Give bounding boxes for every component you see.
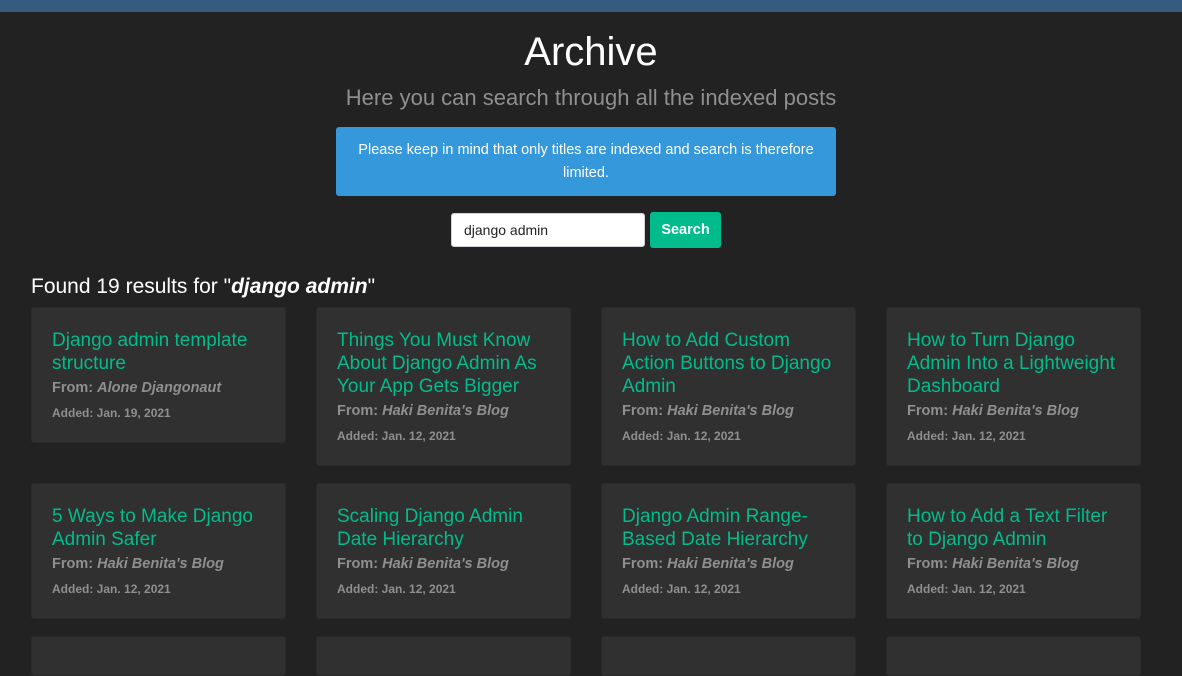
post-card: 5 Ways to Make Django Admin Safer From: … bbox=[31, 483, 286, 619]
post-from-label: From: bbox=[52, 380, 94, 396]
post-source: From: Haki Benita's Blog bbox=[622, 402, 835, 420]
post-added-date: Jan. 12, 2021 bbox=[381, 582, 456, 596]
post-added-label: Added: bbox=[622, 429, 664, 443]
post-added: Added: Jan. 12, 2021 bbox=[622, 428, 835, 444]
post-card bbox=[601, 636, 856, 676]
post-source-name: Haki Benita's Blog bbox=[382, 403, 509, 419]
post-title-link[interactable]: Django admin template structure bbox=[52, 329, 265, 375]
post-source-name: Haki Benita's Blog bbox=[952, 403, 1079, 419]
post-source-name: Haki Benita's Blog bbox=[97, 556, 224, 572]
post-title-link[interactable]: 5 Ways to Make Django Admin Safer bbox=[52, 505, 265, 551]
post-from-label: From: bbox=[622, 556, 664, 572]
post-added: Added: Jan. 12, 2021 bbox=[622, 581, 835, 597]
post-added-date: Jan. 12, 2021 bbox=[951, 582, 1026, 596]
results-prefix: Found 19 results for " bbox=[31, 275, 232, 298]
post-added-date: Jan. 12, 2021 bbox=[381, 429, 456, 443]
post-from-label: From: bbox=[52, 556, 94, 572]
post-source: From: Haki Benita's Blog bbox=[52, 555, 265, 573]
post-added-label: Added: bbox=[52, 406, 94, 420]
post-added-label: Added: bbox=[52, 582, 94, 596]
post-card: How to Add Custom Action Buttons to Djan… bbox=[601, 307, 856, 466]
search-input[interactable] bbox=[451, 213, 645, 247]
post-added-date: Jan. 12, 2021 bbox=[666, 429, 741, 443]
post-added-label: Added: bbox=[622, 582, 664, 596]
post-added-date: Jan. 19, 2021 bbox=[96, 406, 171, 420]
post-title-link[interactable]: How to Turn Django Admin Into a Lightwei… bbox=[907, 329, 1120, 398]
post-title-link[interactable]: Scaling Django Admin Date Hierarchy bbox=[337, 505, 550, 551]
post-added: Added: Jan. 12, 2021 bbox=[907, 428, 1120, 444]
post-source-name: Haki Benita's Blog bbox=[382, 556, 509, 572]
post-card: Django admin template structure From: Al… bbox=[31, 307, 286, 443]
post-added-label: Added: bbox=[337, 582, 379, 596]
post-title-link[interactable]: Things You Must Know About Django Admin … bbox=[337, 329, 550, 398]
post-from-label: From: bbox=[337, 403, 379, 419]
post-source-name: Haki Benita's Blog bbox=[667, 556, 794, 572]
info-alert: Please keep in mind that only titles are… bbox=[336, 127, 836, 196]
post-added: Added: Jan. 12, 2021 bbox=[907, 581, 1120, 597]
post-added: Added: Jan. 19, 2021 bbox=[52, 405, 265, 421]
post-added-date: Jan. 12, 2021 bbox=[96, 582, 171, 596]
post-source: From: Haki Benita's Blog bbox=[907, 402, 1120, 420]
post-source: From: Haki Benita's Blog bbox=[622, 555, 835, 573]
post-card: Scaling Django Admin Date Hierarchy From… bbox=[316, 483, 571, 619]
post-card: How to Turn Django Admin Into a Lightwei… bbox=[886, 307, 1141, 466]
post-source: From: Haki Benita's Blog bbox=[337, 402, 550, 420]
post-added: Added: Jan. 12, 2021 bbox=[52, 581, 265, 597]
post-added: Added: Jan. 12, 2021 bbox=[337, 581, 550, 597]
post-source-name: Alone Djangonaut bbox=[97, 380, 222, 396]
post-from-label: From: bbox=[907, 403, 949, 419]
post-source-name: Haki Benita's Blog bbox=[952, 556, 1079, 572]
post-card bbox=[31, 636, 286, 676]
post-added-date: Jan. 12, 2021 bbox=[666, 582, 741, 596]
post-added-label: Added: bbox=[907, 582, 949, 596]
page-subtitle: Here you can search through all the inde… bbox=[345, 85, 837, 110]
page-title: Archive bbox=[524, 30, 658, 74]
post-card: Things You Must Know About Django Admin … bbox=[316, 307, 571, 466]
results-suffix: " bbox=[367, 275, 376, 298]
results-heading: Found 19 results for "django admin" bbox=[31, 273, 375, 301]
post-from-label: From: bbox=[622, 403, 664, 419]
post-title-link[interactable]: How to Add Custom Action Buttons to Djan… bbox=[622, 329, 835, 398]
post-source: From: Haki Benita's Blog bbox=[907, 555, 1120, 573]
post-from-label: From: bbox=[337, 556, 379, 572]
post-card: Django Admin Range-Based Date Hierarchy … bbox=[601, 483, 856, 619]
search-button[interactable]: Search bbox=[650, 212, 721, 248]
results-query: django admin bbox=[231, 275, 368, 298]
post-added-label: Added: bbox=[907, 429, 949, 443]
post-source: From: Haki Benita's Blog bbox=[337, 555, 550, 573]
post-card: How to Add a Text Filter to Django Admin… bbox=[886, 483, 1141, 619]
post-title-link[interactable]: Django Admin Range-Based Date Hierarchy bbox=[622, 505, 835, 551]
post-from-label: From: bbox=[907, 556, 949, 572]
post-card bbox=[886, 636, 1141, 676]
post-card bbox=[316, 636, 571, 676]
post-source: From: Alone Djangonaut bbox=[52, 379, 265, 397]
post-added: Added: Jan. 12, 2021 bbox=[337, 428, 550, 444]
top-navbar bbox=[0, 0, 1182, 12]
post-added-date: Jan. 12, 2021 bbox=[951, 429, 1026, 443]
post-source-name: Haki Benita's Blog bbox=[667, 403, 794, 419]
info-alert-text: Please keep in mind that only titles are… bbox=[358, 141, 814, 181]
post-added-label: Added: bbox=[337, 429, 379, 443]
post-title-link[interactable]: How to Add a Text Filter to Django Admin bbox=[907, 505, 1120, 551]
